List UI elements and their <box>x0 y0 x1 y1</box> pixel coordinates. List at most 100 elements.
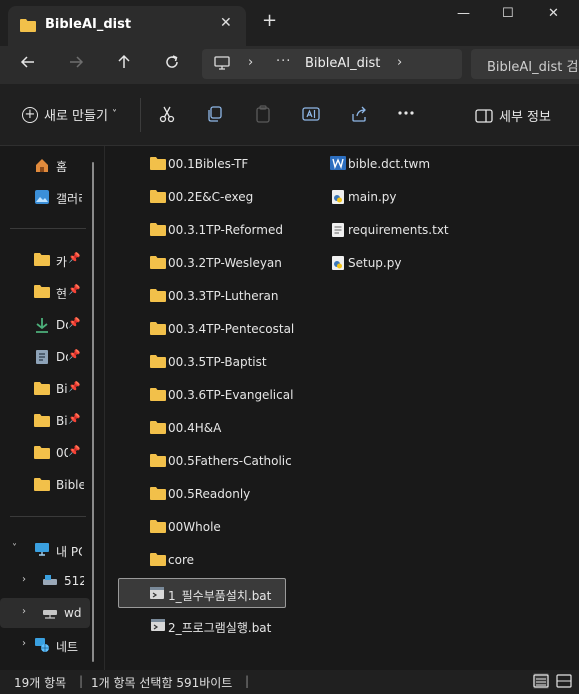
item-name: core <box>168 553 194 567</box>
list-item[interactable]: 00.3.4TP-Pentecostal <box>146 314 316 344</box>
rename-button[interactable] <box>302 105 320 126</box>
item-name: main.py <box>348 190 397 204</box>
item-name: 00.3.2TP-Wesleyan <box>168 256 282 270</box>
sidebar-item-pinned[interactable]: Bi 📌 <box>0 406 90 436</box>
sidebar-item-pinned[interactable]: 00 📌 <box>0 438 90 468</box>
tab-close-button[interactable]: ✕ <box>220 15 232 31</box>
pin-icon: 📌 <box>68 382 81 393</box>
sidebar-item-documents[interactable]: Do 📌 <box>0 342 90 372</box>
divider <box>140 98 141 132</box>
forward-button[interactable] <box>68 54 84 74</box>
list-item[interactable]: 00.4H&A <box>146 413 306 443</box>
clipboard-icon <box>256 105 270 123</box>
list-item[interactable]: 00.3.2TP-Wesleyan <box>146 248 306 278</box>
pin-icon: 📌 <box>68 350 81 361</box>
selection-info: 1개 항목 선택함 591바이트 <box>91 676 233 690</box>
share-button[interactable] <box>350 105 368 126</box>
list-item[interactable]: 00.3.3TP-Lutheran <box>146 281 306 311</box>
list-item[interactable]: core <box>146 545 306 575</box>
chevron-right-icon[interactable]: › <box>248 55 253 70</box>
maximize-button[interactable]: ☐ <box>502 6 514 21</box>
share-icon <box>352 106 366 122</box>
sidebar-scrollbar[interactable] <box>92 162 94 662</box>
pin-icon: 📌 <box>68 414 81 425</box>
crumb-overflow-button[interactable]: ··· <box>276 54 291 69</box>
list-item[interactable]: 00.3.1TP-Reformed <box>146 215 306 245</box>
close-window-button[interactable]: ✕ <box>548 6 559 21</box>
list-item[interactable]: 00Whole <box>146 512 306 542</box>
details-label: 세부 정보 <box>499 110 551 125</box>
tab-active[interactable]: BibleAI_dist ✕ <box>8 6 246 46</box>
list-item[interactable]: 00.1Bibles-TF <box>146 149 306 179</box>
folder-icon <box>150 156 166 173</box>
cut-button[interactable] <box>158 105 176 126</box>
chevron-down-icon: ˅ <box>111 109 117 120</box>
paste-button[interactable] <box>254 105 272 126</box>
chevron-right-icon[interactable]: › <box>22 606 26 617</box>
folder-icon <box>150 222 166 239</box>
sidebar-item-home[interactable]: 홈 <box>0 150 90 180</box>
details-pane-icon <box>475 108 493 123</box>
search-input[interactable]: BibleAI_dist 검 <box>471 49 579 79</box>
sidebar-item-this-pc[interactable]: ˅ 내 PC <box>0 535 90 565</box>
sidebar-item-pinned[interactable]: 현 📌 <box>0 277 90 307</box>
details-button[interactable]: 세부 정보 <box>475 106 551 125</box>
text-file-icon <box>330 222 346 241</box>
sidebar-item-network[interactable]: › 네트 <box>0 630 90 660</box>
folder-icon <box>150 288 166 305</box>
sidebar-item-gallery[interactable]: 갤러리 <box>0 182 90 212</box>
breadcrumb-current[interactable]: BibleAI_dist <box>305 56 380 71</box>
grid-view-icon <box>556 674 572 688</box>
chevron-right-icon[interactable]: › <box>22 638 26 649</box>
network-icon <box>34 637 50 653</box>
more-options-button[interactable] <box>397 104 415 125</box>
new-tab-button[interactable]: + <box>262 12 277 30</box>
minimize-button[interactable]: — <box>457 6 470 21</box>
folder-icon <box>150 420 166 437</box>
list-item[interactable]: 00.5Readonly <box>146 479 306 509</box>
arrow-left-icon <box>20 56 34 68</box>
up-button[interactable] <box>116 54 132 74</box>
list-item[interactable]: 00.3.5TP-Baptist <box>146 347 306 377</box>
list-item[interactable]: 00.2E&C-exeg <box>146 182 306 212</box>
python-file-icon <box>330 255 346 274</box>
address-bar[interactable]: › ··· BibleAI_dist › <box>202 49 462 79</box>
sidebar-item-pinned[interactable]: 카 📌 <box>0 245 90 275</box>
item-name: 00.1Bibles-TF <box>168 157 249 171</box>
sidebar-item-recent[interactable]: Bible <box>0 470 90 500</box>
folder-icon <box>34 477 50 493</box>
refresh-icon <box>166 55 178 68</box>
sidebar-item-downloads[interactable]: Do 📌 <box>0 310 90 340</box>
folder-icon <box>34 284 50 300</box>
list-item[interactable]: 00.3.6TP-Evangelical <box>146 380 316 410</box>
sidebar-item-pinned[interactable]: Bi 📌 <box>0 374 90 404</box>
sidebar-item-network-drive[interactable]: › wd <box>0 598 90 628</box>
chevron-right-icon[interactable]: › <box>397 55 402 70</box>
list-item[interactable]: bible.dct.twm <box>326 149 446 179</box>
sidebar-item-drive[interactable]: › 512 <box>0 566 90 596</box>
copy-icon <box>208 106 222 122</box>
folder-icon <box>150 354 166 371</box>
list-item[interactable]: 2_프로그램실행.bat <box>146 611 306 641</box>
tiles-view-button[interactable] <box>556 673 572 689</box>
sidebar-item-label: Bi <box>56 414 68 428</box>
item-name: 00.2E&C-exeg <box>168 190 254 204</box>
folder-icon <box>34 381 50 397</box>
list-item[interactable]: requirements.txt <box>326 215 449 245</box>
item-name: bible.dct.twm <box>348 157 431 171</box>
back-button[interactable] <box>20 54 36 74</box>
copy-button[interactable] <box>206 105 224 126</box>
chevron-down-icon[interactable]: ˅ <box>12 543 17 554</box>
refresh-button[interactable] <box>164 54 180 74</box>
new-button[interactable]: + 새로 만들기 ˅ <box>22 105 117 124</box>
list-item[interactable]: main.py <box>326 182 446 212</box>
list-item[interactable]: 00.5Fathers-Catholic <box>146 446 316 476</box>
list-item[interactable]: Setup.py <box>326 248 446 278</box>
divider <box>10 516 86 517</box>
folder-icon <box>34 252 50 268</box>
item-name: 00Whole <box>168 520 221 534</box>
folder-icon <box>150 321 166 338</box>
list-item-selected[interactable]: 1_필수부품설치.bat <box>118 578 286 608</box>
details-view-button[interactable] <box>533 673 549 689</box>
chevron-right-icon[interactable]: › <box>22 574 26 585</box>
